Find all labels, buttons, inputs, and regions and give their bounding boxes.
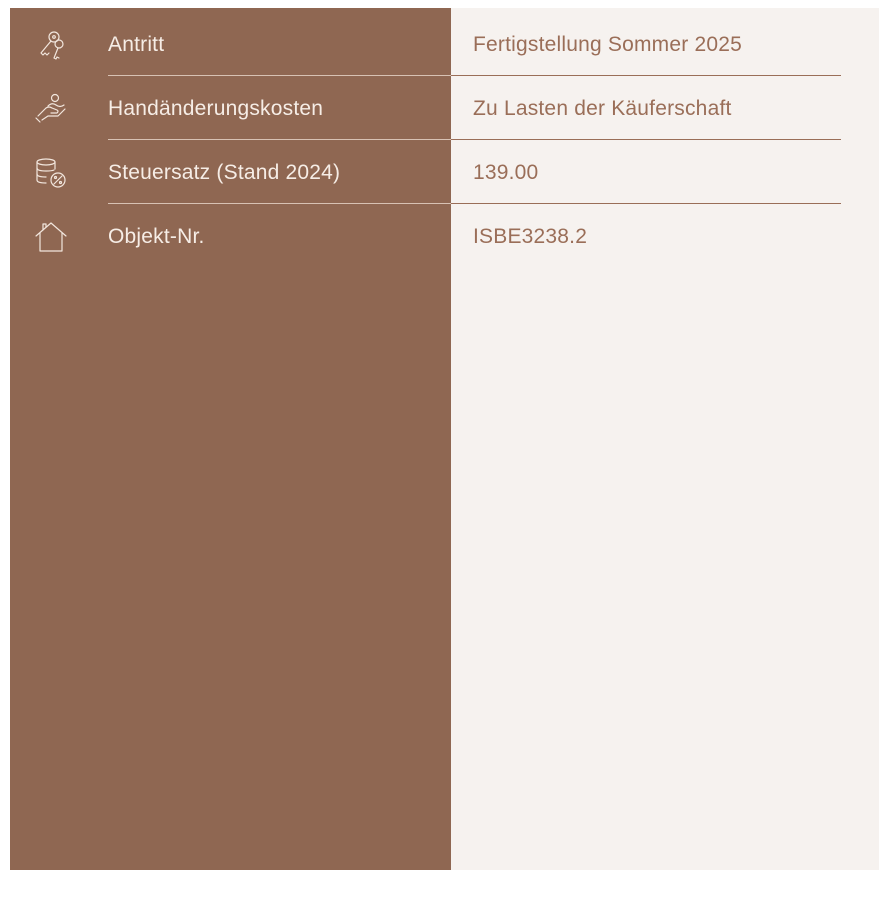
label-antritt: Antritt [108, 33, 165, 56]
detail-row-antritt: Antritt [10, 12, 451, 76]
label-objekt-nr: Objekt-Nr. [108, 225, 205, 248]
hand-coin-icon [34, 92, 68, 126]
value-handaenderungskosten: Zu Lasten der Käuferschaft [473, 97, 732, 120]
label-handaenderungskosten: Handänderungskosten [108, 97, 324, 120]
value-row-handaenderungskosten: Zu Lasten der Käuferschaft [451, 76, 879, 140]
detail-row-objekt-nr: Objekt-Nr. [10, 204, 451, 268]
label-steuersatz: Steuersatz (Stand 2024) [108, 161, 341, 184]
detail-row-steuersatz: Steuersatz (Stand 2024) [10, 140, 451, 204]
keys-icon [34, 28, 68, 62]
value-objekt-nr: ISBE3238.2 [473, 225, 588, 248]
values-column: Fertigstellung Sommer 2025 Zu Lasten der… [451, 8, 879, 870]
value-steuersatz: 139.00 [473, 161, 539, 184]
value-antritt: Fertigstellung Sommer 2025 [473, 33, 742, 56]
detail-row-handaenderungskosten: Handänderungskosten [10, 76, 451, 140]
property-details-panel: Antritt Handänderungskosten Steuersatz (… [10, 8, 879, 870]
database-percent-icon [34, 156, 68, 190]
house-icon [34, 220, 68, 254]
value-row-objekt-nr: ISBE3238.2 [451, 204, 879, 268]
labels-column: Antritt Handänderungskosten Steuersatz (… [10, 8, 451, 870]
value-row-antritt: Fertigstellung Sommer 2025 [451, 12, 879, 76]
value-row-steuersatz: 139.00 [451, 140, 879, 204]
